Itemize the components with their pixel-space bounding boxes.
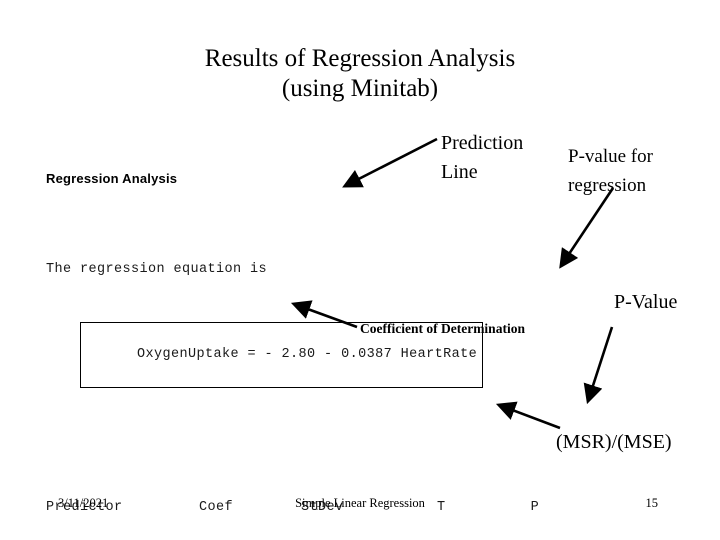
regression-equation-intro: The regression equation is <box>46 261 268 277</box>
footer-page-number: 15 <box>645 496 659 510</box>
presentation-slide: Results of Regression Analysis (using Mi… <box>0 0 720 540</box>
minitab-section-header: Regression Analysis <box>46 170 178 186</box>
minitab-output-block: Regression Analysis The regression equat… <box>46 112 646 540</box>
page-title: Results of Regression Analysis (using Mi… <box>0 44 720 104</box>
callout-msr-over-mse: (MSR)/(MSE) <box>556 431 672 453</box>
regression-equation-text: OxygenUptake = - 2.80 - 0.0387 HeartRate <box>137 346 478 362</box>
title-line-2: (using Minitab) <box>281 75 439 102</box>
title-line-1: Results of Regression Analysis <box>204 45 516 72</box>
callout-pvalue-for-regression: P-value for regression <box>568 146 653 196</box>
callout-coefficient-of-determination: Coefficient of Determination <box>360 321 525 336</box>
footer-subject: Simple Linear Regression <box>295 496 425 510</box>
callout-prediction-line: Prediction Line <box>441 132 524 183</box>
slide-footer: 3/11/2021 Simple Linear Regression 15 <box>0 496 720 514</box>
callout-pvalue: P-Value <box>614 291 678 313</box>
